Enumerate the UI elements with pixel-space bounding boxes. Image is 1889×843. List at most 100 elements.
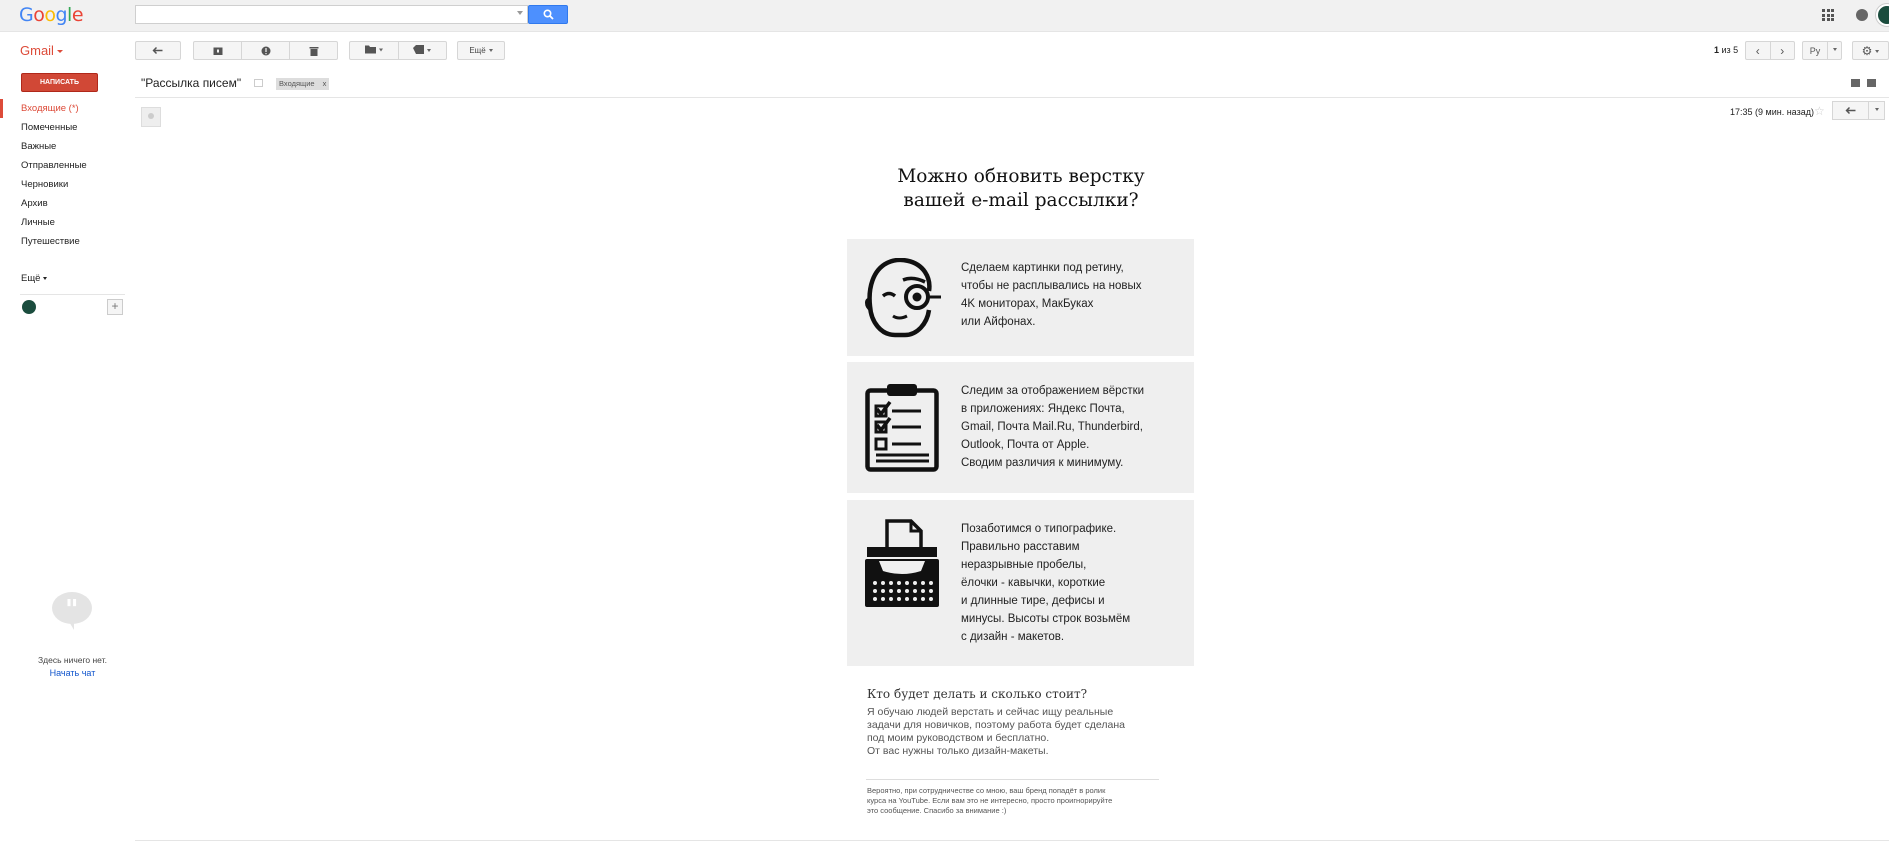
logo-letter: o xyxy=(33,4,45,26)
chevron-down-icon xyxy=(56,50,63,54)
card-line: Следим за отображением вёрстки xyxy=(961,385,1145,397)
settings-button[interactable]: ⚙ xyxy=(1852,41,1889,60)
chevron-right-icon: › xyxy=(1780,43,1785,58)
new-chat-button[interactable]: + xyxy=(107,299,123,315)
card-line: чтобы не расплывались на новых xyxy=(961,280,1142,292)
labels-button[interactable] xyxy=(399,42,447,59)
logo-letter: e xyxy=(71,4,84,26)
chevron-down-icon xyxy=(1832,48,1837,52)
chevron-down-icon xyxy=(43,276,48,280)
card-line: или Айфонах. xyxy=(961,316,1036,328)
footer-line: курса на YouTube. Если вам это не интере… xyxy=(867,796,1113,805)
chevron-down-icon xyxy=(488,49,493,52)
sender-avatar xyxy=(141,107,161,127)
compose-button[interactable]: НАПИСАТЬ xyxy=(21,73,98,92)
message-time: 17:35 (9 мин. назад) xyxy=(1730,107,1814,117)
sidebar-item-personal[interactable]: Личные xyxy=(0,213,125,232)
pricing-line: задачи для новичков, поэтому работа буде… xyxy=(867,719,1125,731)
input-language-dropdown[interactable] xyxy=(1828,42,1841,59)
card-line: Outlook, Почта от Apple. xyxy=(961,439,1090,451)
sidebar-item-inbox[interactable]: Входящие (*) xyxy=(0,99,125,118)
star-icon[interactable]: ☆ xyxy=(1814,104,1825,118)
label-tag-icon xyxy=(413,44,425,54)
chevron-down-icon xyxy=(427,49,432,53)
header-divider xyxy=(135,97,1889,98)
back-button[interactable] xyxy=(135,41,181,60)
reply-button-group xyxy=(1832,101,1885,120)
account-avatar[interactable] xyxy=(1876,4,1889,26)
card-line: Правильно расставим xyxy=(961,541,1080,553)
prev-page-button[interactable]: ‹ xyxy=(1746,42,1771,59)
sidebar-more-button[interactable]: Ещё xyxy=(21,273,48,284)
message-subject: "Рассылка писем" xyxy=(141,76,242,90)
card-line: минусы. Высоты строк возьмём xyxy=(961,613,1131,625)
bottom-divider xyxy=(135,840,1889,841)
chat-empty-text: Здесь ничего нет. xyxy=(38,655,107,665)
archive-button[interactable] xyxy=(194,42,242,59)
chevron-left-icon: ‹ xyxy=(1755,43,1760,58)
start-chat-link[interactable]: Начать чат xyxy=(0,668,145,678)
footer-divider xyxy=(866,779,1159,780)
pricing-heading: Кто будет делать и сколько стоит? xyxy=(867,687,1088,701)
headline-line-2: вашей e-mail рассылки? xyxy=(903,190,1139,211)
chevron-down-icon xyxy=(1875,49,1880,53)
more-actions-label: Ещё xyxy=(469,46,486,55)
pager-total: из 5 xyxy=(1719,45,1739,55)
trash-icon xyxy=(309,46,318,56)
hangouts-bubble-icon: " xyxy=(52,592,92,630)
remove-label-icon[interactable]: x xyxy=(323,79,327,88)
feature-card-clients: Следим за отображением вёрстки в приложе… xyxy=(847,362,1194,493)
inbox-label-chip[interactable]: Входящие x xyxy=(276,78,330,90)
search-options-icon[interactable] xyxy=(517,11,523,15)
typewriter-icon xyxy=(865,519,939,607)
new-window-icon[interactable] xyxy=(1867,79,1876,87)
delete-button[interactable] xyxy=(290,42,337,59)
pricing-line: под моим руководством и бесплатно. xyxy=(867,732,1050,744)
sidebar-item-important[interactable]: Важные xyxy=(0,137,125,156)
email-headline: Можно обновить верстку вашей e-mail расс… xyxy=(847,165,1195,213)
sidebar-item-sent[interactable]: Отправленные xyxy=(0,156,125,175)
archive-icon xyxy=(213,47,222,55)
input-language-button[interactable]: Ру xyxy=(1803,42,1828,59)
gmail-menu[interactable]: Gmail xyxy=(20,43,63,58)
reply-button[interactable] xyxy=(1833,102,1869,119)
more-actions-button[interactable]: Ещё xyxy=(457,41,505,60)
sidebar-item-starred[interactable]: Помеченные xyxy=(0,118,125,137)
print-icon[interactable] xyxy=(1851,79,1860,87)
sidebar-more-label: Ещё xyxy=(21,273,41,284)
spam-button[interactable] xyxy=(242,42,290,59)
top-header: Google xyxy=(0,0,1889,32)
report-spam-icon xyxy=(261,46,270,55)
logo-letter: o xyxy=(44,4,56,26)
card-line: Позаботимся о типографике. xyxy=(961,523,1117,535)
importance-marker-icon[interactable] xyxy=(254,79,263,87)
gmail-label: Gmail xyxy=(20,43,54,58)
card-line: Gmail, Почта Mail.Ru, Thunderbird, xyxy=(961,421,1143,433)
footer-line: Вероятно, при сотрудничестве со мною, ва… xyxy=(867,786,1106,795)
sidebar-item-drafts[interactable]: Черновики xyxy=(0,175,125,194)
move-to-button[interactable] xyxy=(350,42,399,59)
pricing-line: Я обучаю людей верстать и сейчас ищу реа… xyxy=(867,706,1114,718)
footer-line: это сообщение. Спасибо за внимание :) xyxy=(867,806,1007,815)
card-line: с дизайн - макетов. xyxy=(961,631,1065,643)
hangouts-avatar[interactable] xyxy=(22,300,36,314)
apps-grid-icon[interactable] xyxy=(1822,9,1834,21)
reply-options-button[interactable] xyxy=(1869,102,1884,119)
checklist-clipboard-icon xyxy=(865,384,939,472)
card-line: ёлочки - кавычки, короткие xyxy=(961,577,1106,589)
sidebar-item-archive[interactable]: Архив xyxy=(0,194,125,213)
google-logo[interactable]: Google xyxy=(19,4,84,26)
card-line: и длинные тире, дефисы и xyxy=(961,595,1105,607)
sidebar-item-travel[interactable]: Путешествие xyxy=(0,232,125,251)
search-button[interactable] xyxy=(528,5,568,24)
next-page-button[interactable]: › xyxy=(1771,42,1795,59)
notifications-icon[interactable] xyxy=(1856,9,1868,21)
hangouts-user-row: + xyxy=(20,294,125,320)
chevron-down-icon xyxy=(378,48,383,52)
email-footer-note: Вероятно, при сотрудничестве со мною, ва… xyxy=(867,786,1167,816)
pager-nav-group: ‹ › xyxy=(1745,41,1795,60)
search-input[interactable] xyxy=(135,5,528,24)
feature-card-retina: Сделаем картинки под ретину, чтобы не ра… xyxy=(847,239,1194,356)
sidebar-nav: Входящие (*) Помеченные Важные Отправлен… xyxy=(0,99,125,251)
card-line: Сделаем картинки под ретину, xyxy=(961,262,1124,274)
